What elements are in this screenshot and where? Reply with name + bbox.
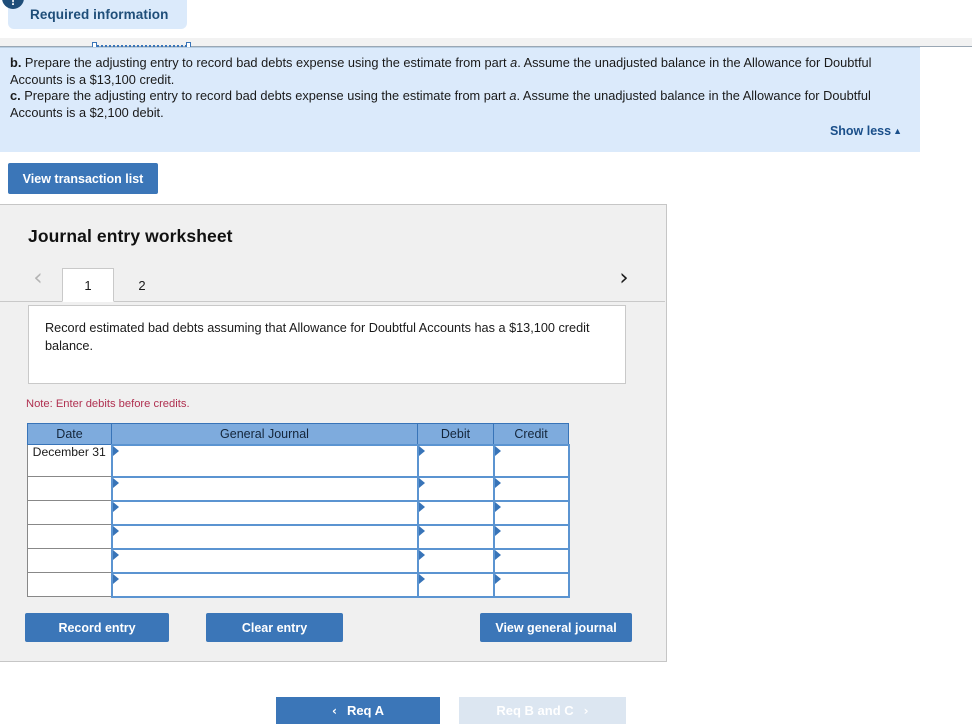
cell-credit[interactable] — [492, 547, 570, 574]
worksheet-tab-2-label: 2 — [138, 277, 146, 293]
table-header-row: Date General Journal Debit Credit — [27, 423, 569, 445]
instruction-item-c: c. Prepare the adjusting entry to record… — [10, 88, 906, 121]
worksheet-tab-strip: ‹ 1 2 › — [0, 255, 665, 302]
column-header-date: Date — [27, 423, 112, 445]
instruction-b-text-1: Prepare the adjusting entry to record ba… — [21, 55, 511, 70]
chevron-left-icon: ‹ — [331, 703, 337, 718]
cell-date[interactable]: December 31 — [27, 444, 112, 477]
chevron-right-icon[interactable]: › — [612, 266, 636, 290]
required-information-bar: Required information ! — [0, 0, 974, 32]
cell-date[interactable] — [27, 548, 112, 573]
show-less-toggle[interactable]: Show less ▲ — [830, 124, 902, 138]
alert-icon-glyph: ! — [10, 0, 16, 8]
worksheet-tab-1-label: 1 — [84, 277, 92, 293]
column-header-debit: Debit — [417, 423, 494, 445]
instruction-item-b: b. Prepare the adjusting entry to record… — [10, 55, 906, 88]
required-information-label: Required information — [30, 7, 169, 22]
cell-general-journal[interactable] — [110, 499, 419, 526]
journal-entry-table: Date General Journal Debit Credit Decemb… — [27, 423, 570, 598]
instruction-c-text-1: Prepare the adjusting entry to record ba… — [20, 88, 510, 103]
clear-entry-button[interactable]: Clear entry — [206, 613, 343, 642]
table-row: December 31 — [27, 443, 570, 478]
cell-credit[interactable] — [492, 443, 570, 478]
table-row — [27, 547, 570, 574]
table-row — [27, 523, 570, 550]
worksheet-tab-2[interactable]: 2 — [116, 268, 168, 302]
instruction-c-letter: c. — [10, 88, 21, 103]
table-row — [27, 499, 570, 526]
cell-date[interactable] — [27, 572, 112, 597]
cell-date[interactable] — [27, 476, 112, 501]
column-header-credit: Credit — [493, 423, 569, 445]
show-less-label: Show less — [829, 124, 892, 138]
req-a-nav-button[interactable]: ‹ Req A — [276, 697, 440, 724]
req-b-and-c-nav-button[interactable]: Req B and C › — [459, 697, 626, 724]
view-general-journal-button[interactable]: View general journal — [480, 613, 632, 642]
view-transaction-list-button[interactable]: View transaction list — [8, 163, 158, 194]
cell-debit[interactable] — [416, 547, 495, 574]
requirement-description-box: Record estimated bad debts assuming that… — [28, 305, 626, 384]
cell-debit[interactable] — [416, 443, 495, 478]
req-a-label: Req A — [346, 703, 385, 718]
cell-credit[interactable] — [492, 499, 570, 526]
table-row — [27, 571, 570, 598]
column-header-general-journal: General Journal — [111, 423, 418, 445]
worksheet-title: Journal entry worksheet — [28, 226, 233, 246]
worksheet-tab-1[interactable]: 1 — [62, 268, 114, 302]
chevron-left-icon[interactable]: ‹ — [26, 266, 50, 290]
cell-debit[interactable] — [416, 571, 495, 598]
cell-general-journal[interactable] — [110, 475, 419, 502]
caret-up-icon: ▲ — [893, 125, 902, 136]
cell-debit[interactable] — [416, 499, 495, 526]
chevron-right-icon: › — [583, 703, 589, 718]
debits-before-credits-note: Note: Enter debits before credits. — [26, 398, 190, 410]
cell-credit[interactable] — [492, 523, 570, 550]
cell-general-journal[interactable] — [110, 523, 419, 550]
cell-credit[interactable] — [492, 475, 570, 502]
cell-credit[interactable] — [492, 571, 570, 598]
bottom-navigation: ‹ Req A Req B and C › — [0, 697, 974, 724]
cell-debit[interactable] — [416, 475, 495, 502]
cell-date[interactable] — [27, 500, 112, 525]
table-row — [27, 475, 570, 502]
record-entry-button[interactable]: Record entry — [25, 613, 169, 642]
horizontal-scroll-strip[interactable] — [0, 34, 974, 49]
journal-entry-worksheet-panel: Journal entry worksheet ‹ 1 2 › Record e… — [0, 204, 667, 662]
cell-date[interactable] — [27, 524, 112, 549]
cell-debit[interactable] — [416, 523, 495, 550]
req-b-and-c-label: Req B and C — [496, 703, 574, 718]
cell-general-journal[interactable] — [110, 443, 419, 478]
required-information-tab: Required information — [8, 0, 187, 29]
instruction-b-letter: b. — [10, 55, 22, 70]
instruction-panel: b. Prepare the adjusting entry to record… — [0, 47, 920, 152]
cell-general-journal[interactable] — [110, 547, 419, 574]
instruction-c-italic: a — [509, 88, 517, 103]
cell-general-journal[interactable] — [110, 571, 419, 598]
